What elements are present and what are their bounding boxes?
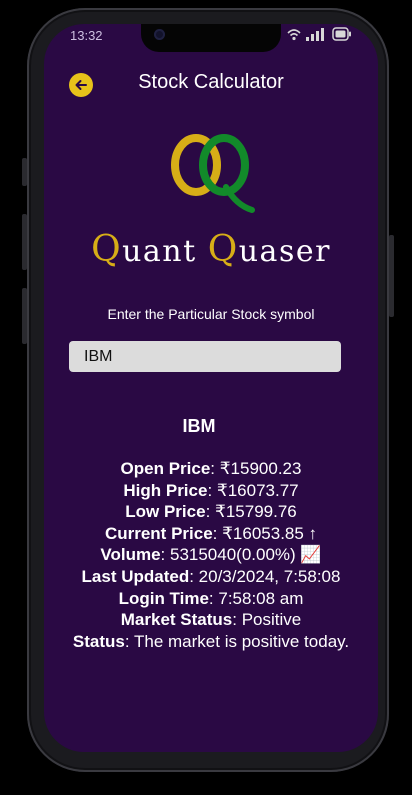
login-time-label: Login Time: [118, 588, 209, 608]
market-status-row: Market Status: Positive: [44, 609, 378, 631]
status-row: Status: The market is positive today.: [44, 631, 378, 653]
current-price-label: Current Price: [104, 523, 213, 543]
status-icons: [286, 26, 352, 42]
result-symbol: IBM: [182, 416, 216, 436]
open-price-row: Open Price: ₹15900.23: [44, 458, 378, 480]
last-updated-value: : 20/3/2024, 7:58:08: [189, 566, 341, 586]
camera-icon: [154, 29, 165, 40]
brand-name: Quant Quaser: [44, 229, 378, 270]
brand-initial-2: Q: [207, 229, 239, 270]
last-updated-label: Last Updated: [81, 566, 190, 586]
current-price-row: Current Price: ₹16053.85 ↑: [44, 523, 378, 545]
login-time-row: Login Time: 7:58:08 am: [44, 588, 378, 610]
last-updated-row: Last Updated: 20/3/2024, 7:58:08: [44, 566, 378, 588]
power-button: [389, 235, 394, 317]
brand-word-1: uant: [122, 234, 197, 269]
low-price-value: : ₹15799.76: [205, 502, 297, 522]
low-price-row: Low Price: ₹15799.76: [44, 501, 378, 523]
market-status-value: : Positive: [232, 610, 302, 630]
status-label: Status: [72, 631, 125, 651]
high-price-row: High Price: ₹16073.77: [44, 480, 378, 502]
stock-details: Open Price: ₹15900.23 High Price: ₹16073…: [44, 458, 378, 652]
silent-switch: [22, 158, 27, 186]
current-price-value: : ₹16053.85 ↑: [212, 523, 318, 543]
open-price-value: : ₹15900.23: [210, 459, 302, 478]
page-title: Stock Calculator: [138, 71, 284, 93]
brand-initial-1: Q: [91, 229, 123, 270]
brand-word-2: uaser: [238, 234, 331, 269]
volume-value: : 5315040(0.00%) 📈: [160, 545, 322, 565]
open-price-label: Open Price: [120, 459, 211, 478]
signal-icon: [306, 28, 324, 41]
login-time-value: : 7:58:08 am: [208, 588, 304, 608]
volume-up-button: [22, 214, 27, 270]
volume-row: Volume: 5315040(0.00%) 📈: [44, 544, 378, 566]
high-price-label: High Price: [123, 480, 208, 500]
market-status-label: Market Status: [120, 610, 233, 630]
stock-symbol-input[interactable]: [69, 341, 341, 372]
status-value: : The market is positive today.: [124, 631, 350, 651]
volume-down-button: [22, 288, 27, 344]
battery-icon: [332, 27, 351, 41]
volume-label: Volume: [100, 545, 161, 565]
low-price-label: Low Price: [125, 502, 206, 522]
symbol-prompt: Enter the Particular Stock symbol: [107, 306, 315, 322]
status-time: 13:32: [70, 28, 103, 43]
high-price-value: : ₹16073.77: [207, 480, 299, 500]
app-screen: 13:32 Stock Calculator Quant Quaser Ente…: [44, 24, 378, 752]
wifi-icon: [287, 29, 301, 41]
notch: [141, 24, 281, 52]
quant-quaser-logo: [171, 134, 255, 213]
